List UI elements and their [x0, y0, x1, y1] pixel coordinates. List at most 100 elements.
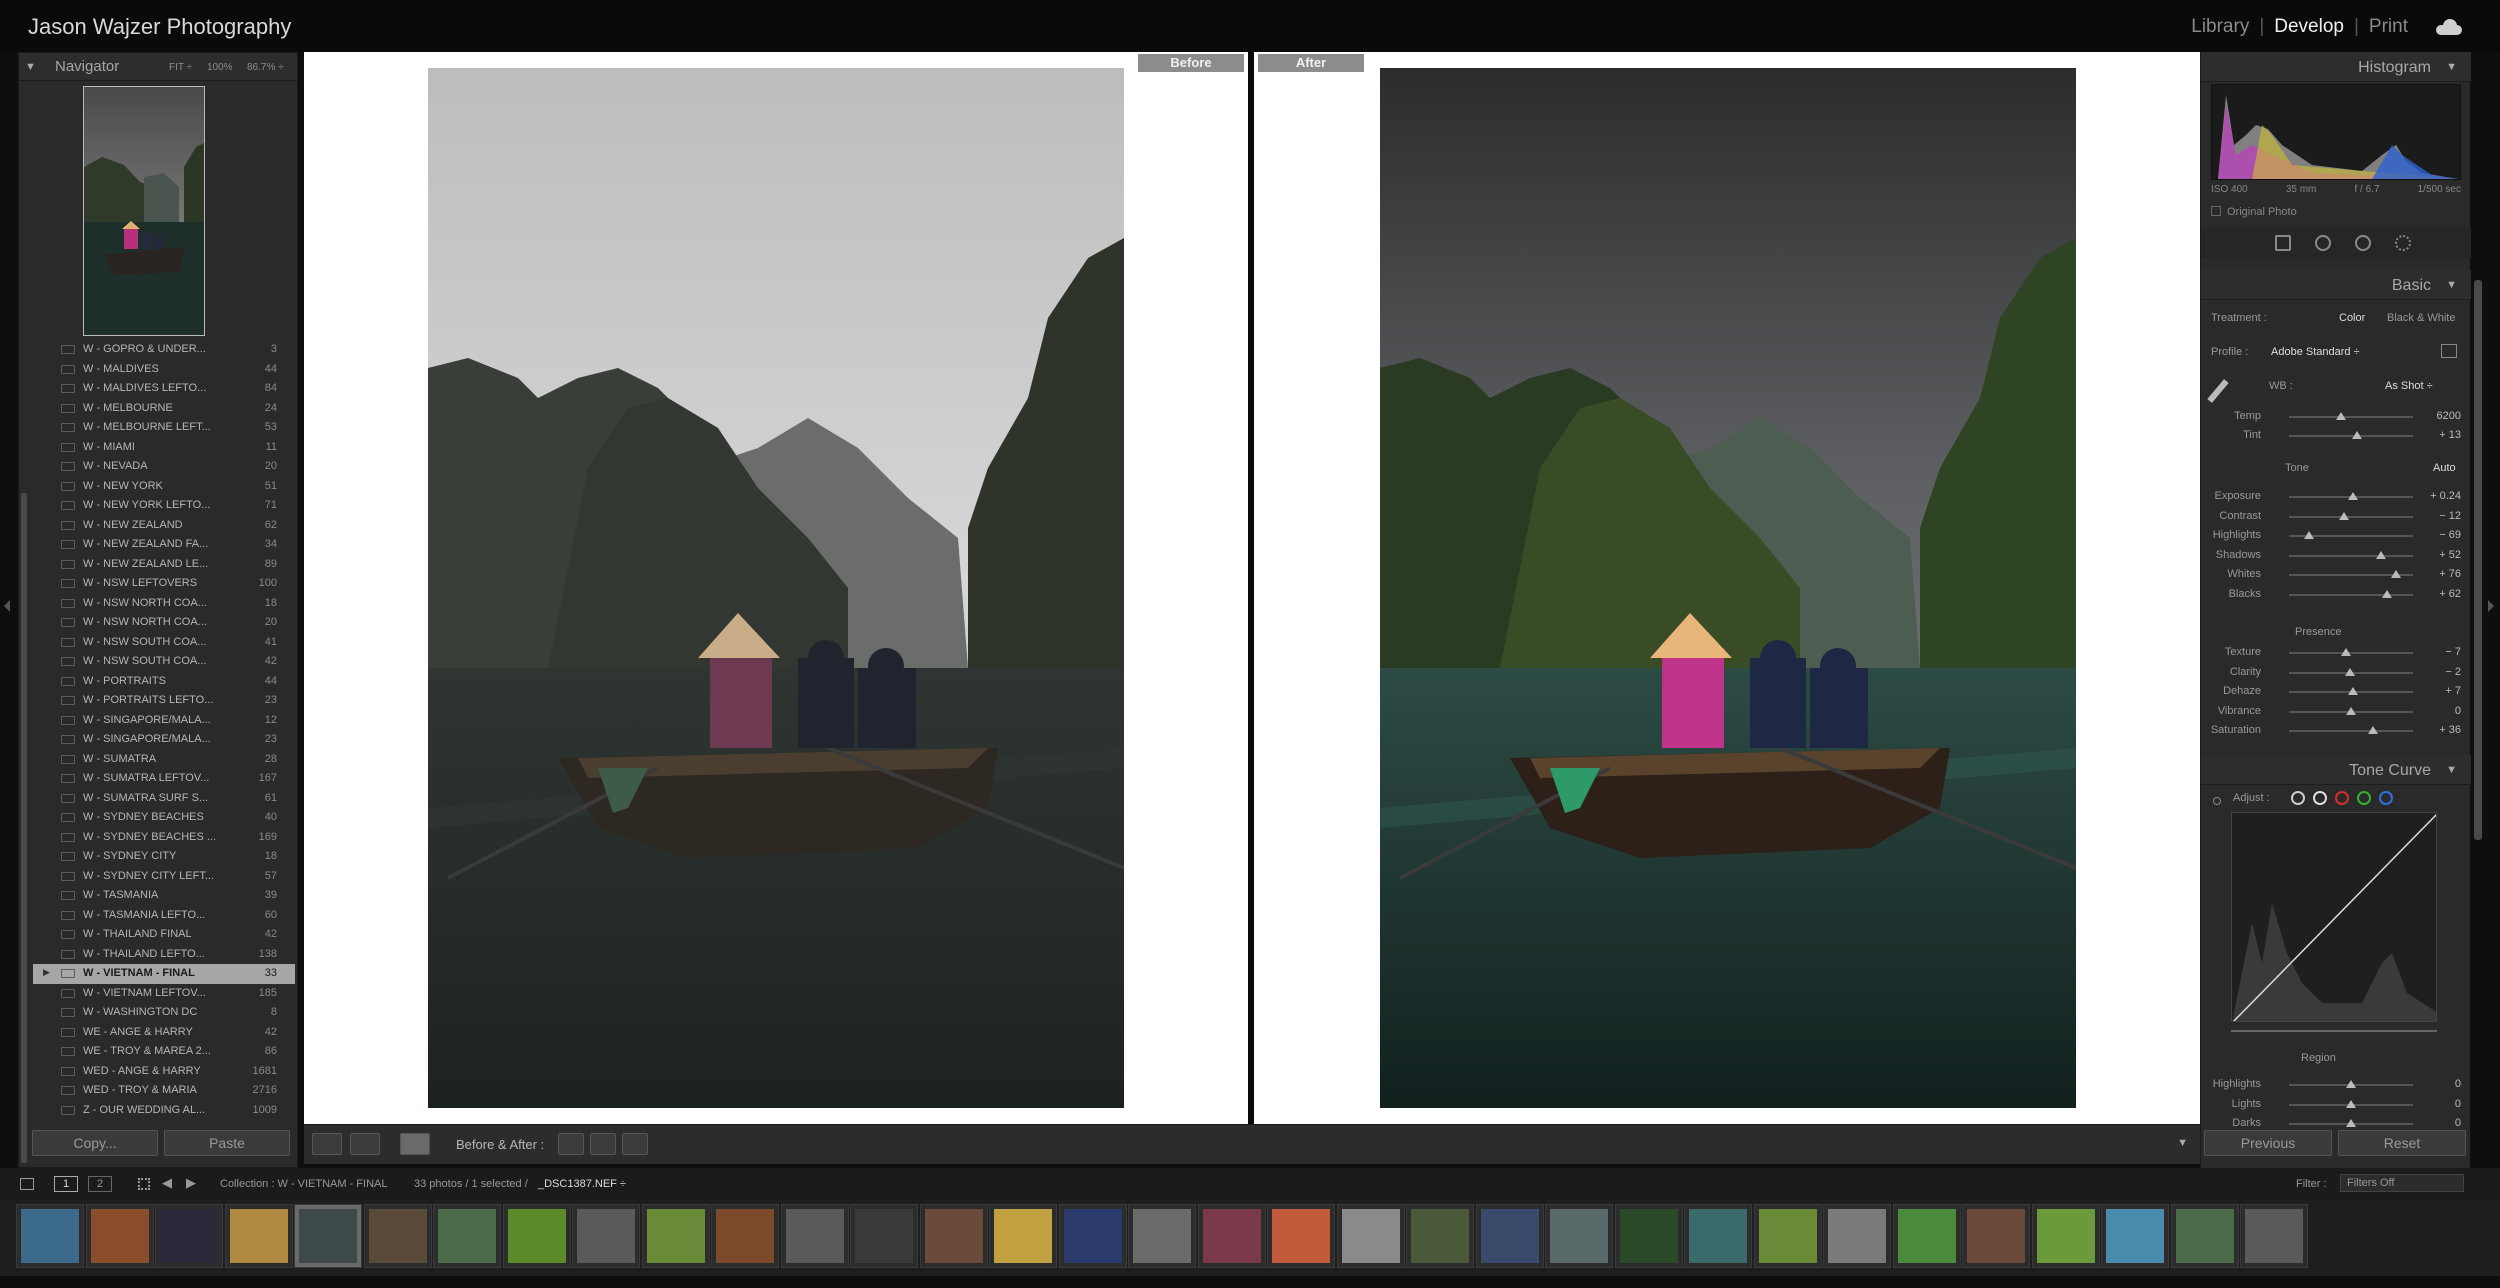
- slider-whites[interactable]: Whites + 76: [2201, 566, 2471, 584]
- filmstrip-thumbnail[interactable]: [1892, 1204, 1961, 1268]
- collection-row[interactable]: W - SYDNEY BEACHES ... 169: [33, 828, 295, 848]
- filmstrip-thumbnail[interactable]: [1823, 1204, 1891, 1268]
- collection-row[interactable]: W - NEW ZEALAND 62: [33, 516, 295, 536]
- filmstrip-thumbnail[interactable]: [16, 1204, 84, 1268]
- collection-row[interactable]: W - MELBOURNE LEFT... 53: [33, 418, 295, 438]
- slider-contrast[interactable]: Contrast − 12: [2201, 508, 2471, 526]
- slider-track[interactable]: [2289, 593, 2413, 596]
- slider-knob[interactable]: [2375, 550, 2386, 559]
- filmstrip-thumbnail[interactable]: [1614, 1204, 1683, 1268]
- compare-view-button[interactable]: [350, 1133, 380, 1155]
- right-panel-toggle-icon[interactable]: [2488, 600, 2494, 612]
- filmstrip-thumbnail[interactable]: [1406, 1204, 1474, 1268]
- copy-before-to-after-button[interactable]: [558, 1133, 584, 1155]
- slider-exposure[interactable]: Exposure + 0.24: [2201, 488, 2471, 506]
- expand-arrow-icon[interactable]: ▶: [43, 967, 50, 978]
- grid-view-icon[interactable]: [138, 1178, 150, 1190]
- tone-curve-header[interactable]: Tone Curve ▼: [2201, 755, 2471, 785]
- slider-knob[interactable]: [2303, 531, 2314, 539]
- collection-row[interactable]: W - MALDIVES 44: [33, 360, 295, 380]
- slider-knob[interactable]: [2346, 1119, 2356, 1127]
- collection-row[interactable]: W - NSW LEFTOVERS 100: [33, 574, 295, 594]
- masking-icon[interactable]: [2395, 235, 2411, 251]
- slider-track[interactable]: [2289, 730, 2413, 732]
- filmstrip-thumbnail[interactable]: [1545, 1204, 1613, 1268]
- filmstrip-thumbnail[interactable]: [294, 1204, 362, 1268]
- forward-arrow-icon[interactable]: ▶: [186, 1175, 196, 1191]
- slider-track[interactable]: [2289, 554, 2413, 557]
- collection-row[interactable]: WE - ANGE & HARRY 42: [33, 1023, 295, 1043]
- slider-knob[interactable]: [2344, 667, 2355, 676]
- slider-value[interactable]: − 2: [2445, 666, 2461, 678]
- slider-knob[interactable]: [2348, 492, 2359, 500]
- filmstrip-thumbnail[interactable]: [780, 1204, 849, 1268]
- slider-value[interactable]: + 62: [2439, 588, 2461, 600]
- filter-select[interactable]: Filters Off: [2340, 1174, 2464, 1192]
- red-eye-icon[interactable]: [2355, 235, 2371, 251]
- left-panel-toggle-icon[interactable]: [4, 600, 10, 612]
- slider-knob[interactable]: [2346, 1080, 2356, 1088]
- cloud-icon[interactable]: [2434, 19, 2464, 35]
- filmstrip-thumbnail[interactable]: [919, 1204, 988, 1268]
- crop-tool-icon[interactable]: [2275, 235, 2291, 251]
- slider-clarity[interactable]: Clarity − 2: [2201, 664, 2471, 682]
- collection-row[interactable]: W - NEW ZEALAND FA... 34: [33, 535, 295, 555]
- slider-value[interactable]: − 7: [2445, 646, 2461, 658]
- filmstrip-thumbnail[interactable]: [2031, 1204, 2100, 1268]
- module-develop[interactable]: Develop: [2264, 16, 2354, 38]
- auto-button[interactable]: Auto: [2433, 462, 2456, 474]
- filmstrip-thumbnail[interactable]: [1336, 1204, 1405, 1268]
- point-curve-blue-icon[interactable]: [2379, 791, 2393, 805]
- wb-select[interactable]: As Shot ÷: [2385, 380, 2433, 392]
- filmstrip-thumbnail[interactable]: [1753, 1204, 1822, 1268]
- reset-button[interactable]: Reset: [2338, 1130, 2466, 1156]
- slider-value[interactable]: + 13: [2439, 429, 2461, 441]
- checkbox-icon[interactable]: [2211, 206, 2221, 216]
- slider-lights[interactable]: Lights 0: [2201, 1096, 2471, 1114]
- slider-value[interactable]: − 12: [2439, 510, 2461, 522]
- collapse-triangle-icon[interactable]: ▼: [2446, 764, 2457, 776]
- filmstrip-thumbnail[interactable]: [433, 1204, 501, 1268]
- collection-row[interactable]: W - NEW ZEALAND LE... 89: [33, 555, 295, 575]
- collection-row[interactable]: W - SINGAPORE/MALA... 23: [33, 730, 295, 750]
- point-curve-white-icon[interactable]: [2313, 791, 2327, 805]
- page-1-button[interactable]: 1: [54, 1176, 78, 1192]
- slider-knob[interactable]: [2348, 687, 2359, 695]
- collection-row[interactable]: W - NEW YORK 51: [33, 477, 295, 497]
- collection-row[interactable]: W - NEVADA 20: [33, 457, 295, 477]
- treatment-color[interactable]: Color: [2339, 312, 2365, 324]
- filmstrip-thumbnail[interactable]: [2240, 1204, 2308, 1268]
- collection-row[interactable]: W - NSW SOUTH COA... 42: [33, 652, 295, 672]
- slider-texture[interactable]: Texture − 7: [2201, 644, 2471, 662]
- filmstrip-thumbnail[interactable]: [572, 1204, 640, 1268]
- slider-blacks[interactable]: Blacks + 62: [2201, 586, 2471, 604]
- filmstrip-thumbnail[interactable]: [502, 1204, 571, 1268]
- collection-source[interactable]: Collection : W - VIETNAM - FINAL: [220, 1178, 387, 1190]
- right-panel-scrollbar[interactable]: [2474, 280, 2482, 840]
- collection-row[interactable]: W - SUMATRA SURF S... 61: [33, 789, 295, 809]
- zoom-100[interactable]: 100%: [207, 62, 233, 73]
- collection-row[interactable]: W - MALDIVES LEFTO... 84: [33, 379, 295, 399]
- collection-row[interactable]: W - SYDNEY CITY 18: [33, 847, 295, 867]
- collapse-triangle-icon[interactable]: ▼: [2446, 279, 2457, 291]
- collection-row[interactable]: WED - TROY & MARIA 2716: [33, 1081, 295, 1101]
- swap-before-after-button[interactable]: [622, 1133, 648, 1155]
- collection-row[interactable]: W - WASHINGTON DC 8: [33, 1003, 295, 1023]
- collection-row-selected[interactable]: ▶ W - VIETNAM - FINAL 33: [33, 964, 295, 984]
- collection-row[interactable]: W - SUMATRA LEFTOV... 167: [33, 769, 295, 789]
- secondary-display-icon[interactable]: [20, 1178, 34, 1190]
- before-pane[interactable]: Before: [304, 52, 1248, 1124]
- parametric-curve-icon[interactable]: [2291, 791, 2305, 805]
- collapse-triangle-icon[interactable]: ▼: [2446, 61, 2457, 73]
- slider-temp[interactable]: Temp 6200: [2201, 408, 2471, 426]
- slider-knob[interactable]: [2346, 1099, 2356, 1108]
- before-photo[interactable]: [428, 68, 1124, 1108]
- collection-row[interactable]: W - TASMANIA 39: [33, 886, 295, 906]
- filename-menu[interactable]: _DSC1387.NEF ÷: [538, 1178, 626, 1190]
- slider-track[interactable]: [2289, 515, 2413, 518]
- collection-row[interactable]: W - NSW NORTH COA... 20: [33, 613, 295, 633]
- white-balance-dropper-icon[interactable]: [2207, 379, 2229, 403]
- slider-value[interactable]: 6200: [2437, 410, 2461, 422]
- back-arrow-icon[interactable]: ◀: [162, 1175, 172, 1191]
- before-after-view-button[interactable]: [400, 1133, 430, 1155]
